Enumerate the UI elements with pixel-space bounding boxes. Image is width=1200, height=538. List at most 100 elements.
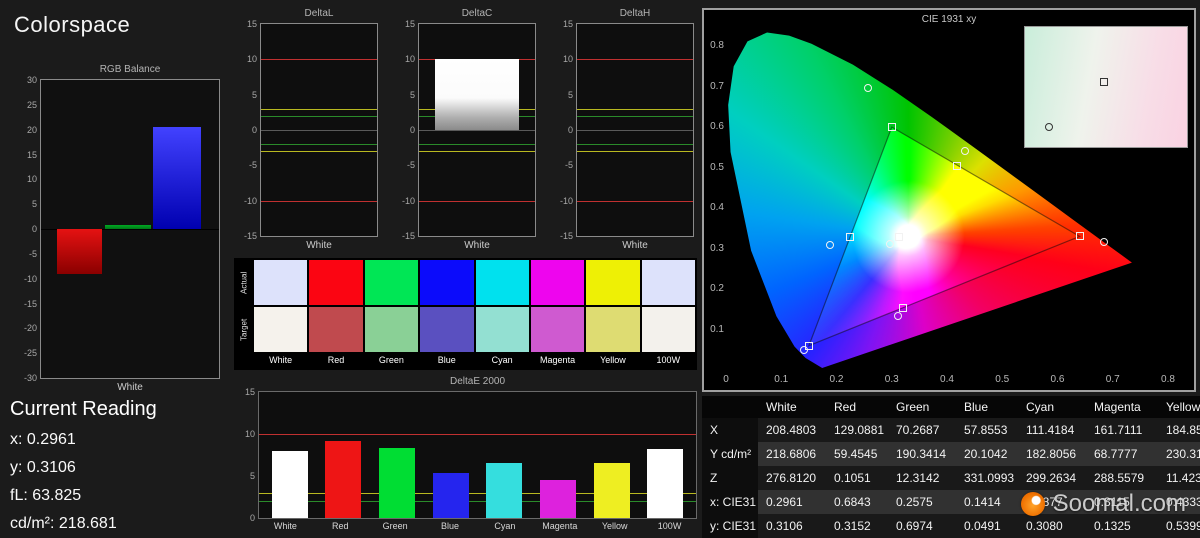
deltae-category-label: Red — [332, 521, 349, 531]
axis-tick: 5 — [409, 89, 415, 100]
swatch-target-white — [254, 307, 308, 352]
rgb-balance-title: RGB Balance — [99, 64, 161, 75]
cie-x-tick: 0.8 — [1161, 374, 1175, 385]
table-header-yellow: Yellow — [1158, 396, 1200, 418]
cie-target-marker — [953, 161, 962, 170]
table-cell: 0.2961 — [758, 490, 826, 514]
axis-tick: -5 — [564, 160, 573, 171]
swatch-column-label: Magenta — [540, 355, 576, 365]
cie-measured-marker — [961, 147, 970, 156]
delta-chart-deltah: DeltaH 15 10 5 0 -5 -10 -15 White — [554, 8, 694, 251]
zero-line — [577, 130, 693, 131]
table-cell: 70.2687 — [888, 418, 956, 442]
reference-line — [261, 59, 377, 61]
cie-y-tick: 0.6 — [710, 121, 724, 133]
category-label: White — [464, 240, 490, 251]
axis-tick: -15 — [401, 231, 415, 241]
soomal-watermark-text: Soomal.com — [1052, 490, 1186, 517]
reference-line — [261, 151, 377, 153]
reference-line — [577, 144, 693, 146]
table-cell: 11.4230 — [1158, 466, 1200, 490]
deltae-bar-cyan — [486, 463, 523, 518]
swatch-column-label: Yellow — [600, 355, 626, 365]
deltae-title: DeltaE 2000 — [449, 376, 506, 387]
axis-tick: 0 — [251, 125, 257, 135]
reference-line — [577, 59, 693, 61]
cie-target-marker — [846, 232, 855, 241]
swatch-column-label: 100W — [656, 355, 681, 365]
table-row-label: y: CIE31 — [702, 514, 758, 538]
reference-line — [261, 144, 377, 146]
table-header-red: Red — [826, 396, 888, 418]
table-cell: 230.319 — [1158, 442, 1200, 466]
table-cell: 68.7777 — [1086, 442, 1158, 466]
rgb-balance-category-label: White — [117, 382, 143, 393]
deltae-category-labels: White Red Green Blue Cyan Magenta Yellow 100W — [258, 521, 697, 531]
chart-plot: 15 10 5 0 -5 -10 -15 — [244, 19, 378, 241]
deltae-category-label: Blue — [441, 521, 460, 531]
cie-y-tick: 0.5 — [710, 161, 724, 173]
table-cell: 299.2634 — [1018, 466, 1086, 490]
cie-y-tick: 0.2 — [710, 283, 724, 295]
table-row-label: Y cd/m² — [702, 442, 758, 466]
deltae-category-label: Yellow — [601, 521, 628, 531]
cie-target-marker — [894, 232, 903, 241]
table-cell: 0.6974 — [888, 514, 956, 538]
deltae-bar-yellow — [593, 462, 630, 518]
swatch-actual-red — [309, 260, 363, 305]
axis-tick: 15 — [562, 19, 573, 29]
axis-tick: 0 — [249, 513, 255, 523]
axis-tick: -15 — [559, 231, 573, 241]
cie-target-marker — [899, 303, 908, 312]
table-cell: 0.2575 — [888, 490, 956, 514]
reference-line — [419, 200, 535, 202]
cie-y-tick: 0.1 — [710, 323, 724, 335]
swatch-actual-magenta — [530, 260, 585, 305]
swatch-target-blue — [420, 307, 474, 352]
cie-1931-chart: CIE 1931 xy 0 0.1 0.2 0.3 0.4 0.5 0.6 0.7 0.8 0.8… — [702, 8, 1196, 392]
deltae-category-label: Cyan — [494, 521, 516, 531]
rgb-axis-tick: 10 — [26, 174, 37, 185]
table-cell: 0.6843 — [826, 490, 888, 514]
rgb-axis-tick: 25 — [26, 99, 37, 110]
rgb-axis-tick: 0 — [31, 224, 37, 234]
swatch-row-label-actual: Actual — [239, 271, 249, 294]
axis-tick: 5 — [249, 471, 255, 481]
axis-tick: 0 — [567, 125, 573, 135]
cie-measured-marker — [864, 83, 873, 92]
swatch-target-100w — [641, 307, 695, 352]
soomal-watermark: Soomal.com — [1020, 490, 1186, 518]
deltae-category-label: 100W — [657, 521, 682, 531]
current-reading: Current Reading x: 0.2961 y: 0.3106 fL: 63… — [10, 398, 230, 538]
category-label: White — [622, 240, 648, 251]
reference-line — [577, 115, 693, 117]
delta-chart-deltac: DeltaC 15 10 5 0 -5 -10 -15 White — [396, 8, 536, 251]
axis-tick: 15 — [246, 19, 257, 29]
inset-measured-marker — [1045, 122, 1054, 131]
chart-plot: 15 10 5 0 -5 -10 -15 — [560, 19, 694, 241]
chart-title: DeltaH — [619, 8, 651, 19]
delta-chart-deltal: DeltaL 15 10 5 0 -5 -10 -15 White — [238, 8, 378, 251]
reference-line — [261, 200, 377, 202]
table-cell: 331.0993 — [956, 466, 1018, 490]
cie-x-tick: 0.6 — [1050, 374, 1065, 385]
table-cell: 288.5579 — [1086, 466, 1158, 490]
table-cell: 161.7111 — [1086, 418, 1158, 442]
table-cell: 218.6806 — [758, 442, 826, 466]
swatch-actual-white — [254, 260, 308, 305]
swatch-target-yellow — [586, 307, 640, 352]
axis-tick: 5 — [251, 89, 257, 100]
table-cell: 129.0881 — [826, 418, 888, 442]
swatch-actual-cyan — [475, 260, 529, 305]
zero-line — [261, 130, 377, 131]
table-cell: 0.3106 — [758, 514, 826, 538]
axis-tick: 10 — [246, 54, 257, 65]
table-header-blue: Blue — [956, 396, 1018, 418]
rgb-axis-tick: 5 — [31, 199, 37, 210]
table-row-label: X — [702, 418, 758, 442]
white-point-inset — [1024, 26, 1188, 148]
table-cell: 208.4803 — [758, 418, 826, 442]
table-row-label: Z — [702, 466, 758, 490]
table-cell: 0.1051 — [826, 466, 888, 490]
table-cell: 0.0491 — [956, 514, 1018, 538]
